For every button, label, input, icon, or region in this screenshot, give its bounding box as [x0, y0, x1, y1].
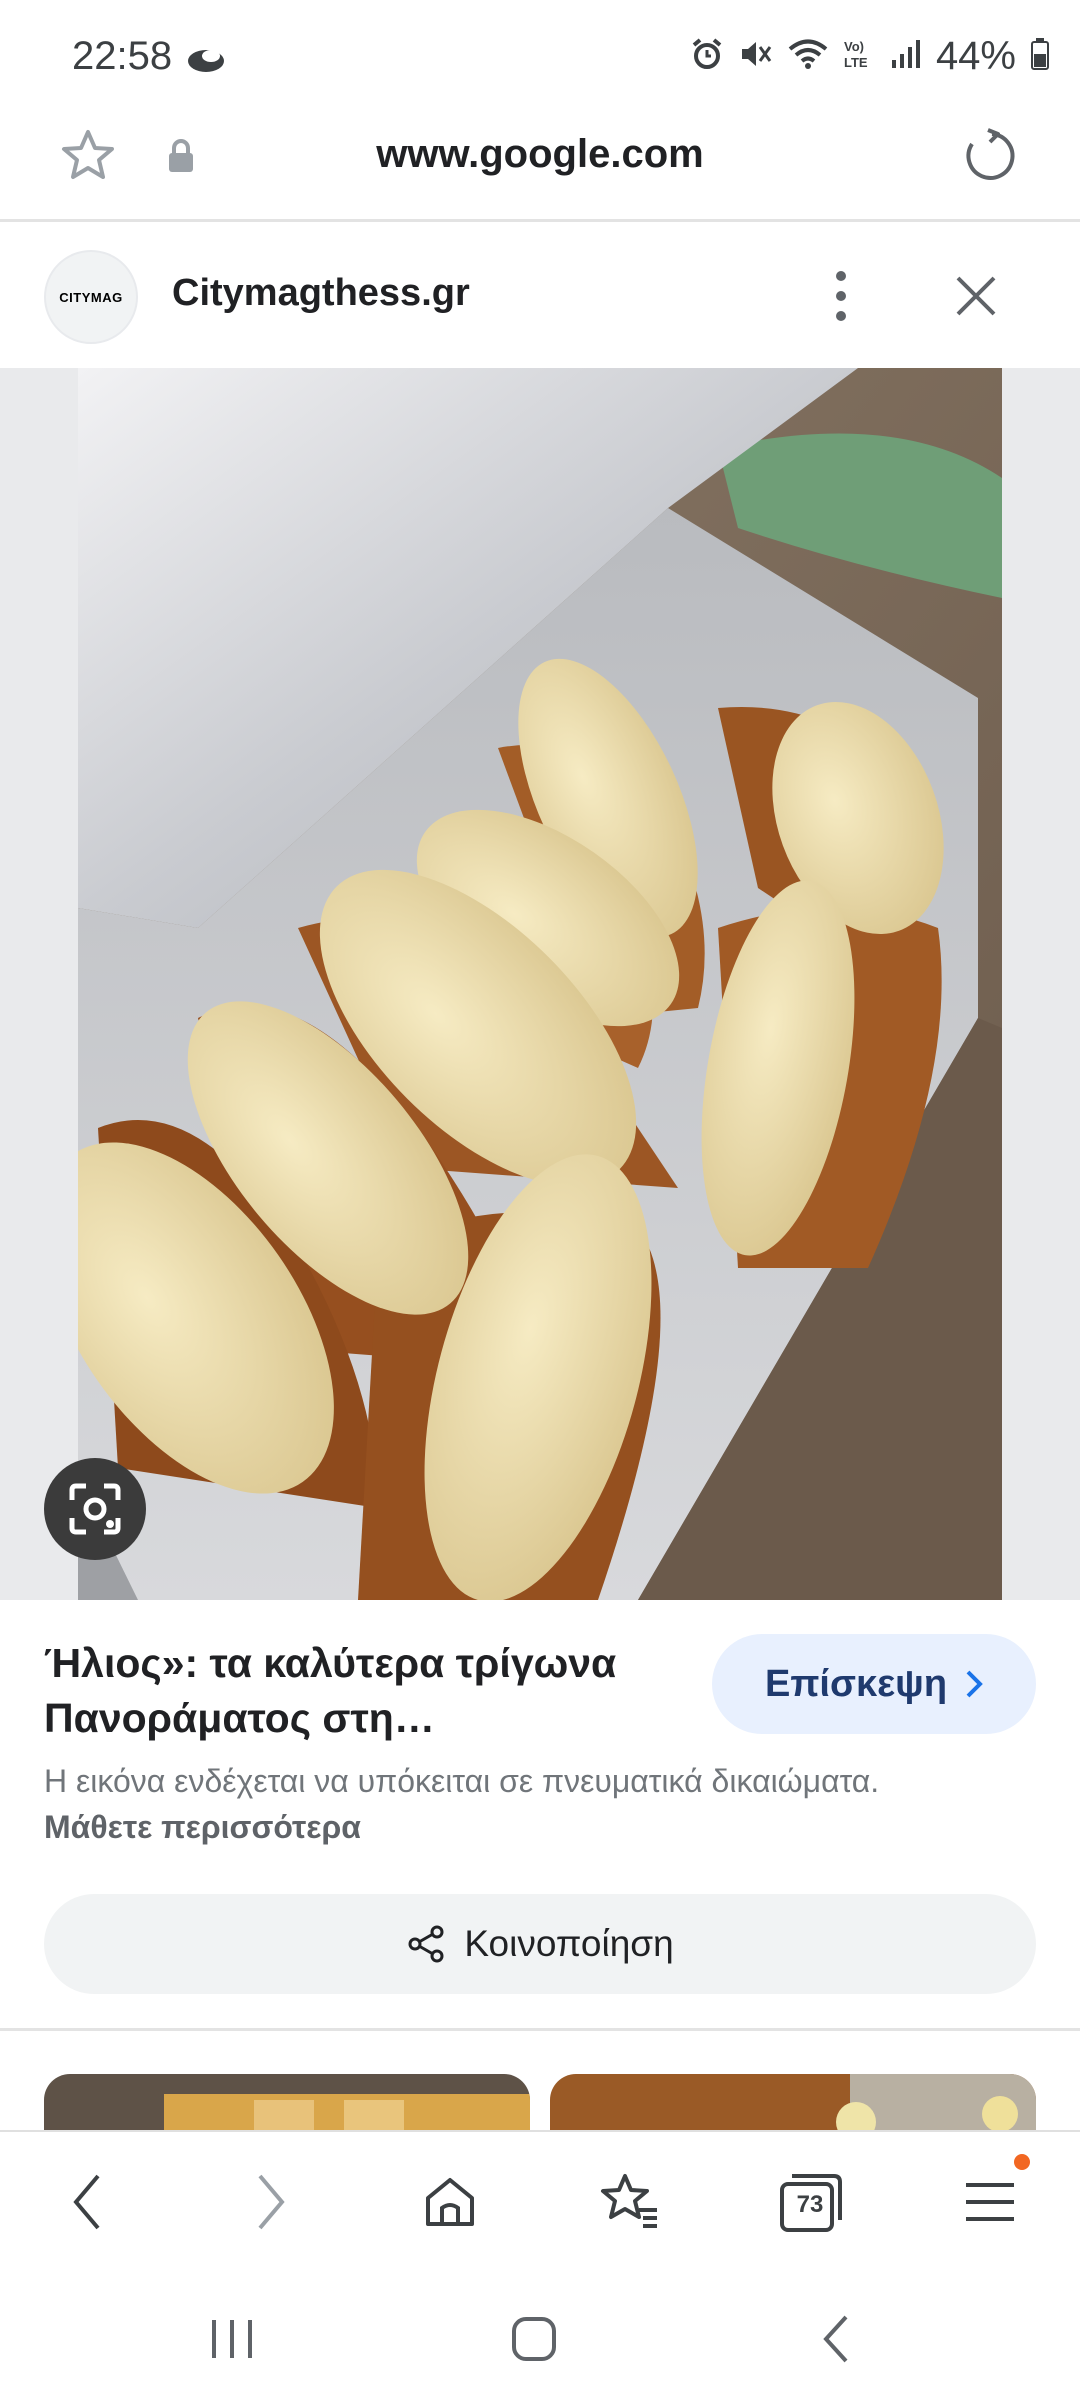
mute-icon — [738, 37, 774, 76]
home-button[interactable] — [412, 2164, 488, 2240]
alarm-icon — [690, 37, 724, 76]
status-time: 22:58 — [72, 34, 173, 78]
forward-button[interactable] — [232, 2164, 308, 2240]
volte-icon: Vo) LTE — [842, 37, 876, 76]
recent-apps-button[interactable] — [192, 2304, 272, 2374]
svg-text:Vo): Vo) — [844, 39, 864, 54]
status-icons: Vo) LTE 44% — [690, 34, 1050, 79]
share-button[interactable]: Κοινοποίηση — [44, 1894, 1036, 1994]
url-text[interactable]: www.google.com — [0, 132, 1080, 177]
visit-button[interactable]: Επίσκεψη — [712, 1634, 1036, 1734]
chevron-right-icon — [966, 1670, 983, 1698]
more-vert-icon — [836, 271, 846, 321]
battery-icon — [1030, 37, 1050, 76]
tabs-count: 73 — [796, 2191, 824, 2218]
menu-button[interactable] — [952, 2164, 1028, 2240]
signal-icon — [890, 38, 922, 75]
back-button[interactable] — [50, 2164, 126, 2240]
close-button[interactable] — [952, 272, 1000, 320]
divider — [0, 2028, 1080, 2031]
system-back-button[interactable] — [796, 2304, 876, 2374]
close-icon — [956, 276, 996, 316]
bookmarks-button[interactable] — [592, 2164, 668, 2240]
chevron-left-icon — [73, 2174, 100, 2230]
result-title[interactable]: Ήλιος»: τα καλύτερα τρίγωνα Πανοράματος … — [44, 1636, 684, 1746]
reload-icon[interactable] — [958, 126, 1018, 191]
system-home-button[interactable] — [494, 2304, 574, 2374]
home-icon — [426, 2178, 474, 2226]
related-image-thumbnail[interactable] — [550, 2074, 1036, 2130]
pastry-photo[interactable] — [78, 368, 1002, 1600]
more-options-button[interactable] — [820, 268, 862, 324]
related-image-thumbnail[interactable] — [44, 2074, 530, 2130]
lens-icon — [69, 1483, 121, 1535]
visit-button-label: Επίσκεψη — [764, 1662, 948, 1705]
battery-percentage: 44% — [935, 34, 1016, 78]
lens-search-button[interactable] — [44, 1458, 146, 1560]
recent-apps-icon — [212, 2320, 252, 2358]
chevron-right-icon — [258, 2174, 285, 2230]
menu-icon — [966, 2183, 1014, 2221]
copyright-notice: Η εικόνα ενδέχεται να υπόκειται σε πνευμ… — [44, 1758, 904, 1850]
bookmarks-star-icon — [601, 2174, 657, 2228]
cloud-icon — [186, 44, 226, 79]
source-logo-text: CITYMAG — [59, 289, 123, 305]
tabs-button[interactable]: 73 — [772, 2164, 848, 2240]
share-icon — [408, 1925, 444, 1963]
source-name[interactable]: Citymagthess.gr — [172, 272, 470, 315]
notification-dot — [1014, 2154, 1030, 2170]
status-bar: 22:58 Vo) LTE 44% — [0, 0, 1080, 118]
share-button-label: Κοινοποίηση — [464, 1923, 674, 1964]
copyright-text: Η εικόνα ενδέχεται να υπόκειται σε πνευμ… — [44, 1763, 880, 1799]
back-arrow-icon — [823, 2315, 848, 2363]
browser-toolbar — [0, 2130, 1080, 2274]
source-header — [0, 222, 1080, 368]
home-square-icon — [512, 2317, 556, 2361]
learn-more-link[interactable]: Μάθετε περισσότερα — [44, 1809, 361, 1845]
source-logo[interactable]: CITYMAG — [44, 250, 138, 344]
wifi-icon — [788, 38, 828, 75]
svg-text:LTE: LTE — [844, 55, 868, 70]
